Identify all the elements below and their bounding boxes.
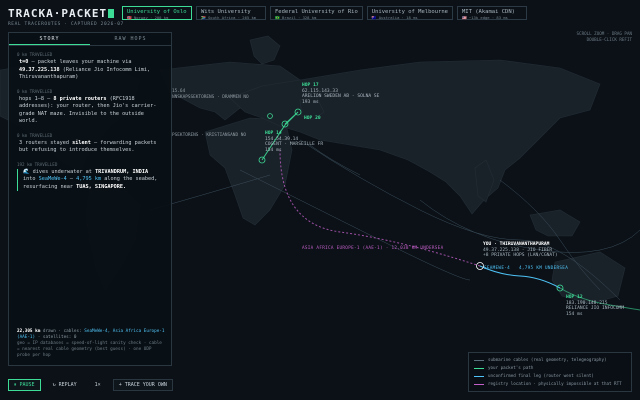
hint-line: DOUBLE-CLICK REFIT [586, 37, 632, 42]
legend-swatch [474, 383, 484, 385]
hop-org: RELIANCE JIO INFOCOMM [566, 306, 625, 312]
you-title: YOU · THIRUVANANTHAPURAM [483, 242, 550, 247]
server-tab-mit[interactable]: MIT (Akamai CDN) 🇺🇸 ~13k edge · 83 ms [456, 6, 527, 20]
map-legend: submarine cables (real geometry, telegeo… [468, 352, 632, 392]
brand: TRACKA·PACKET REAL TRACEROUTES · CAPTURE… [8, 7, 124, 27]
tab-raw-hops[interactable]: RAW HOPS [90, 33, 171, 45]
legend-swatch [474, 375, 484, 377]
hop-ms: 154 ms [566, 311, 583, 317]
hop-20-label[interactable]: HOP 20 [304, 116, 321, 122]
trace-your-own-button[interactable]: + TRACE YOUR OWN [112, 379, 173, 391]
server-meta: 🇳🇴 Norway · 200 km [127, 15, 169, 20]
tab-story[interactable]: STORY [9, 33, 90, 45]
entry-text: 3 routers stayed silent — forwarding pac… [19, 139, 157, 154]
entry-distance: 192 km TRAVELLED [17, 161, 58, 167]
entry-text: hops 1–8 — 8 private routers (RFC1918 ad… [19, 95, 157, 125]
server-meta: 🇧🇷 Brazil · 328 km [275, 15, 317, 20]
city-label: 15.64 [172, 89, 186, 94]
footer-summary: 22,305 km drawn · cables: SeaMeWe-4, Asi… [17, 329, 165, 340]
story-panel: STORY RAW HOPS 0 km TRAVELLED t=0 — pack… [8, 32, 172, 366]
entry-text: 🌊 dives underwater at TRIVANDRUM, INDIA … [17, 168, 163, 191]
speed-button[interactable]: 1× [89, 379, 107, 391]
hop-title: HOP 20 [304, 116, 321, 121]
city-label-kristiansand: PSEKTORENS · KRISTIANSAND NO [172, 133, 247, 138]
story-entry[interactable]: 0 km TRAVELLED hops 1–8 — 8 private rout… [17, 89, 163, 126]
you-label[interactable]: YOU · THIRUVANANTHAPURAM 49.37.225.138 ·… [483, 242, 558, 259]
server-meta: 🇦🇺 Australia · 18 ms [371, 15, 418, 20]
legend-item: unconfirmed final leg (router went silen… [474, 372, 626, 380]
footer-sources: geo = IP databases = speed-of-light sani… [17, 341, 162, 358]
hop-org: COGENT · MARSEILLE FR [265, 142, 324, 148]
story-entry-current[interactable]: 192 km TRAVELLED 🌊 dives underwater at T… [17, 161, 163, 191]
map-hint: SCROLL ZOOM · DRAG PAN DOUBLE-CLICK REFI… [577, 31, 632, 43]
server-tab-wits[interactable]: Wits University 🇿🇦 South Africa · 265 km [196, 6, 266, 20]
server-meta: 🇿🇦 South Africa · 265 km [201, 15, 257, 20]
server-tab-melbourne[interactable]: University of Melbourne 🇦🇺 Australia · 1… [366, 6, 453, 20]
city-label-drammen: NNSKAPSSEKTORENS · DRAMMEN NO [172, 95, 249, 100]
server-tabs: University of Oslo 🇳🇴 Norway · 200 km Wi… [122, 6, 527, 20]
hop-org: ARELION SWEDEN AB · SOLNA SE [302, 94, 380, 100]
hop-12-label[interactable]: HOP 12 183.190.148.215 RELIANCE JIO INFO… [566, 295, 624, 317]
entry-distance: 0 km TRAVELLED [17, 88, 53, 94]
entry-distance: 0 km TRAVELLED [17, 52, 53, 57]
story-entries: 0 km TRAVELLED t=0 — packet leaves your … [9, 46, 171, 204]
story-entry[interactable]: 0 km TRAVELLED t=0 — packet leaves your … [17, 52, 163, 82]
entry-distance: 0 km TRAVELLED [17, 132, 53, 138]
cable-label-smw4-distance: 4,795 KM UNDERSEA [519, 266, 569, 271]
legend-item: your packet's path [474, 364, 626, 372]
legend-swatch [474, 359, 484, 361]
app-title-text: TRACKA·PACKET [8, 7, 108, 20]
cable-label-aae1: ASIA AFRICA EUROPE-1 (AAE-1) · 12,038 KM… [302, 246, 444, 251]
cursor-block [108, 9, 115, 18]
hop-14-label[interactable]: HOP 14 154.54.39.14 COGENT · MARSEILLE F… [265, 131, 323, 153]
you-note: +8 PRIVATE HOPS (LAN/CGNAT) [483, 253, 558, 259]
hop-ms: 154 ms [265, 147, 282, 153]
cable-label-smw4: SEAMEWE-4 [484, 266, 510, 271]
replay-button[interactable]: ↻ REPLAY [47, 379, 83, 391]
playback-controls: ⏸ PAUSE ↻ REPLAY 1× + TRACE YOUR OWN [8, 379, 173, 391]
server-meta: 🇺🇸 ~13k edge · 83 ms [461, 15, 508, 20]
pause-button[interactable]: ⏸ PAUSE [8, 379, 41, 391]
entry-text: t=0 — packet leaves your machine via 49.… [19, 59, 151, 80]
app-subtitle: REAL TRACEROUTES · CAPTURED 2026-07 [8, 22, 124, 27]
legend-item: submarine cables (real geometry, telegeo… [474, 356, 626, 364]
server-tab-oslo[interactable]: University of Oslo 🇳🇴 Norway · 200 km [122, 6, 192, 20]
story-entry[interactable]: 0 km TRAVELLED 3 routers stayed silent —… [17, 133, 163, 155]
panel-footer: 22,305 km drawn · cables: SeaMeWe-4, Asi… [17, 329, 165, 359]
legend-swatch [474, 367, 484, 369]
hop-ms: 193 ms [302, 99, 319, 105]
legend-item: registry location · physically impossibl… [474, 380, 626, 388]
panel-tabs: STORY RAW HOPS [9, 33, 171, 46]
server-tab-rio[interactable]: Federal University of Rio 🇧🇷 Brazil · 32… [270, 6, 363, 20]
hop-17-label[interactable]: HOP 17 62.115.143.33 ARELION SWEDEN AB ·… [302, 83, 379, 105]
app-title: TRACKA·PACKET [8, 7, 124, 20]
